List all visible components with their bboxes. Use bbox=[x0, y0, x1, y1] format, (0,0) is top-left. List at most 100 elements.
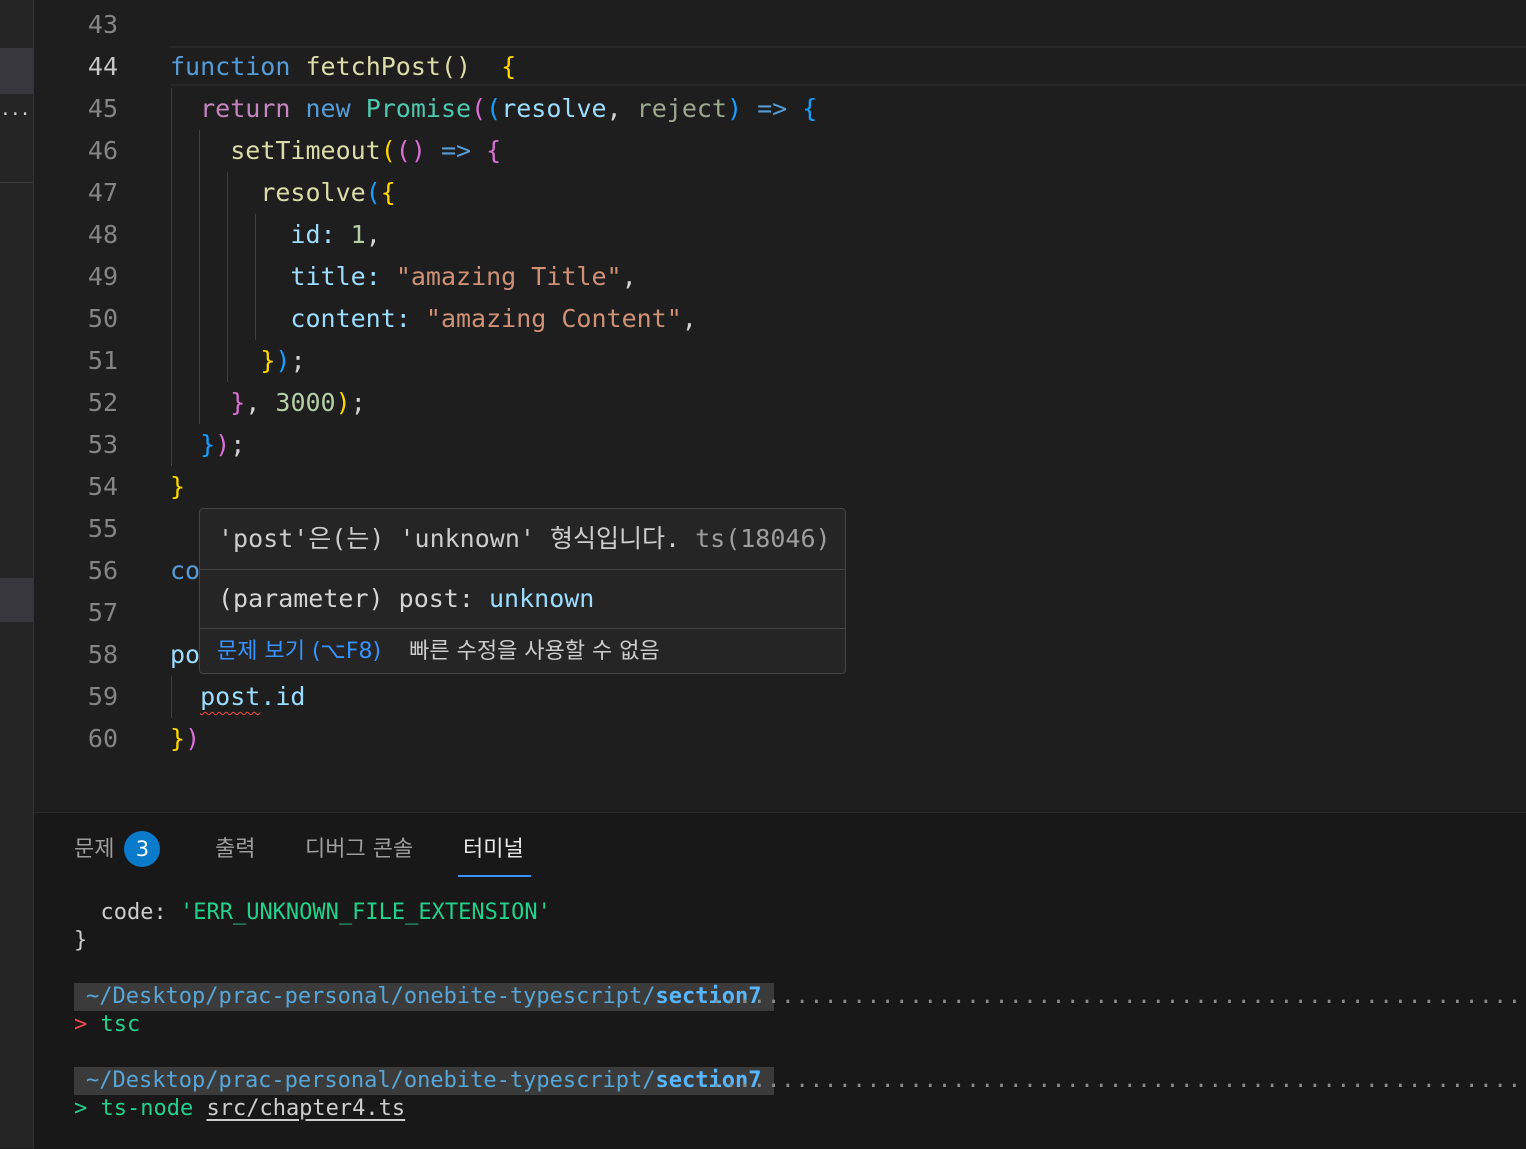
property-access: .id bbox=[260, 682, 306, 711]
sig-colon: : bbox=[458, 584, 474, 613]
code-fragment: po bbox=[170, 640, 201, 669]
hover-error-message: 'post'은(는) 'unknown' 형식입니다. ts(18046) bbox=[200, 509, 845, 570]
string-value: "amazing Content" bbox=[425, 304, 682, 333]
paren: ) bbox=[215, 430, 231, 459]
sidebar-selected-item[interactable] bbox=[0, 48, 33, 94]
line-number: 45 bbox=[87, 94, 118, 123]
code-line-45[interactable]: return new Promise((resolve, reject) => … bbox=[170, 88, 817, 130]
line-number: 59 bbox=[87, 682, 118, 711]
problems-count-badge: 3 bbox=[124, 831, 161, 867]
line-number: 44 bbox=[87, 52, 118, 81]
line-number: 47 bbox=[87, 178, 118, 207]
arrow: => bbox=[440, 136, 472, 165]
number-value: 3000 bbox=[275, 388, 336, 417]
brace: } bbox=[170, 472, 186, 501]
sidebar-selected-item-2[interactable] bbox=[0, 578, 33, 622]
brace: { bbox=[486, 136, 502, 165]
line-number: 57 bbox=[87, 598, 118, 627]
prompt-filler-dots: ........................................… bbox=[710, 984, 1526, 1009]
comma: , bbox=[681, 304, 697, 333]
sig-kind: (parameter) bbox=[218, 584, 384, 613]
terminal-line: code: 'ERR_UNKNOWN_FILE_EXTENSION' bbox=[74, 899, 551, 927]
hover-actions: 문제 보기 (⌥F8) 빠른 수정을 사용할 수 없음 bbox=[200, 629, 845, 675]
line-number: 53 bbox=[87, 430, 118, 459]
code-line-50[interactable]: content: "amazing Content", bbox=[170, 298, 697, 340]
paren: ( bbox=[365, 178, 381, 207]
line-number: 56 bbox=[87, 556, 118, 585]
tab-label: 터미널 bbox=[463, 837, 524, 862]
keyword: new bbox=[305, 94, 351, 123]
code-line-58[interactable]: po bbox=[170, 634, 200, 676]
comma: , bbox=[621, 262, 637, 291]
property-key: title bbox=[290, 262, 366, 291]
comma: , bbox=[245, 388, 261, 417]
tab-output[interactable]: 출력 bbox=[215, 831, 255, 869]
colon: : bbox=[395, 304, 411, 333]
semicolon: ; bbox=[230, 430, 246, 459]
code-line-54[interactable]: } bbox=[170, 466, 185, 508]
colon: : bbox=[365, 262, 381, 291]
string-value: "amazing Title" bbox=[395, 262, 622, 291]
comma: , bbox=[365, 220, 381, 249]
sig-type: unknown bbox=[488, 584, 595, 613]
paren: ( bbox=[380, 136, 396, 165]
line-number: 58 bbox=[87, 640, 118, 669]
code-line-51[interactable]: }); bbox=[170, 340, 306, 382]
active-tab-underline bbox=[458, 875, 531, 877]
terminal-file-arg[interactable]: src/chapter4.ts bbox=[206, 1096, 405, 1121]
code-line-52[interactable]: }, 3000); bbox=[170, 382, 366, 424]
line-number: 60 bbox=[87, 724, 118, 753]
code-line-60[interactable]: }) bbox=[170, 718, 200, 760]
code-line-56[interactable]: co bbox=[170, 550, 200, 592]
brace: { bbox=[501, 52, 517, 81]
code-line-53[interactable]: }); bbox=[170, 424, 245, 466]
terminal-command-line[interactable]: > ts-node src/chapter4.ts bbox=[74, 1095, 405, 1123]
param: resolve bbox=[501, 94, 607, 123]
path-prefix: ~/Desktop/prac-personal/onebite-typescri… bbox=[86, 1068, 656, 1093]
code-line-46[interactable]: setTimeout(() => { bbox=[170, 130, 501, 172]
paren: ) bbox=[335, 388, 351, 417]
line-number: 51 bbox=[87, 346, 118, 375]
semicolon: ; bbox=[290, 346, 306, 375]
tab-debug-console[interactable]: 디버그 콘솔 bbox=[305, 831, 413, 869]
sidebar-divider bbox=[0, 182, 33, 183]
bottom-panel: 문제 3 출력 디버그 콘솔 터미널 code: 'ERR_UNKNOWN_FIL… bbox=[34, 812, 1526, 1149]
line-number: 43 bbox=[87, 10, 118, 39]
paren: () bbox=[440, 52, 472, 81]
code-editor[interactable]: 43 44 45 46 47 48 49 50 51 52 53 54 55 56 57 58 59 60 fun… bbox=[34, 0, 1526, 812]
more-icon[interactable]: ··· bbox=[0, 104, 30, 125]
property-key: id bbox=[290, 220, 321, 249]
prompt-error-icon: > bbox=[74, 1012, 88, 1037]
prompt-ok-icon: > bbox=[74, 1096, 88, 1121]
code-line-59[interactable]: post.id bbox=[170, 676, 305, 718]
error-text: 'post'은(는) 'unknown' 형식입니다. bbox=[218, 524, 681, 553]
code-line-48[interactable]: id: 1, bbox=[170, 214, 381, 256]
sig-name: post bbox=[398, 584, 459, 613]
paren: ) bbox=[726, 94, 743, 123]
hover-signature: (parameter) post: unknown bbox=[200, 570, 845, 629]
terminal-string: 'ERR_UNKNOWN_FILE_EXTENSION' bbox=[179, 900, 551, 925]
tab-terminal[interactable]: 터미널 bbox=[458, 831, 531, 877]
semicolon: ; bbox=[350, 388, 366, 417]
paren: ( bbox=[486, 94, 502, 123]
view-problem-link[interactable]: 문제 보기 (⌥F8) bbox=[217, 639, 381, 664]
param-unused: reject bbox=[636, 94, 727, 123]
code-line-47[interactable]: resolve({ bbox=[170, 172, 395, 214]
hover-tooltip: 'post'은(는) 'unknown' 형식입니다. ts(18046) (p… bbox=[199, 508, 846, 674]
paren: ) bbox=[185, 724, 201, 753]
terminal-key: code: bbox=[74, 900, 167, 925]
tab-label: 디버그 콘솔 bbox=[305, 837, 414, 862]
code-line-49[interactable]: title: "amazing Title", bbox=[170, 256, 637, 298]
prompt-path-segment: ~/Desktop/prac-personal/onebite-typescri… bbox=[74, 1067, 774, 1095]
line-number: 49 bbox=[87, 262, 118, 291]
tab-problems[interactable]: 문제 3 bbox=[74, 831, 161, 869]
type-name: Promise bbox=[365, 94, 472, 123]
code-line-44[interactable]: function fetchPost() { bbox=[170, 46, 516, 88]
number-value: 1 bbox=[350, 220, 366, 249]
error-code: ts(18046) bbox=[695, 524, 831, 553]
code-fragment: co bbox=[170, 556, 201, 585]
comma: , bbox=[606, 94, 622, 123]
path-prefix: ~/Desktop/prac-personal/onebite-typescri… bbox=[86, 984, 656, 1009]
error-identifier[interactable]: post bbox=[200, 682, 260, 711]
left-sidebar-strip: ··· bbox=[0, 0, 34, 1148]
